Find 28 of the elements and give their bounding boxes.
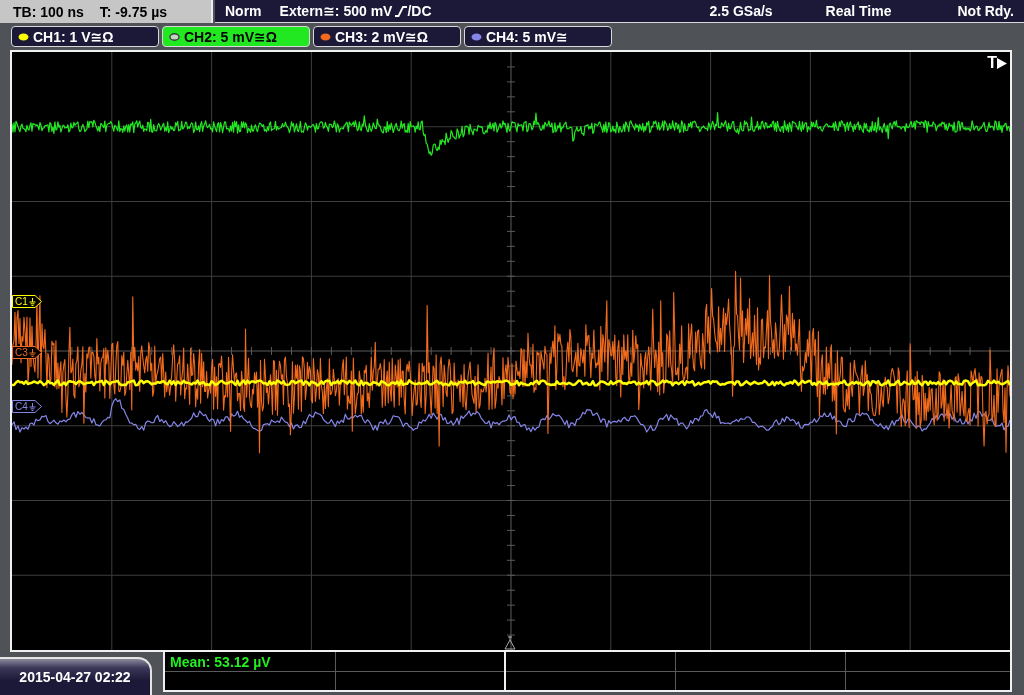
trigger-source-label: Extern≅: 500 mV	[279, 3, 393, 19]
trigger-time-label: T: -9.75 µs	[99, 3, 168, 20]
ground-icon	[28, 297, 36, 306]
channel-tab[interactable]: CH1: 1 V≅Ω	[11, 26, 159, 47]
measurement-readout: Mean: 53.12 µV	[170, 653, 271, 670]
date-time-display: 2015-04-27 02:22	[0, 657, 152, 695]
timebase-label: TB: 100 ns	[13, 3, 84, 20]
trigger-arrow-icon	[997, 57, 1007, 69]
run-state-label: Not Rdy.	[957, 3, 1014, 19]
channel-tab[interactable]: CH3: 2 mV≅Ω	[313, 26, 461, 47]
marker-label: C4	[14, 401, 28, 412]
rising-edge-icon	[395, 5, 408, 17]
marker-label: C1	[14, 296, 28, 307]
trigger-position-icon	[504, 636, 516, 650]
coupling-label: /DC	[407, 3, 432, 19]
channel-tab[interactable]: CH4: 5 mV≅	[464, 26, 612, 47]
channel-marker[interactable]: C1	[12, 295, 42, 308]
channel-dot-icon	[169, 32, 180, 41]
trigger-mode-label: Norm	[225, 3, 262, 19]
marker-label: C3	[14, 347, 28, 358]
trigger-marker-label: T	[987, 54, 997, 72]
acquisition-mode-label: Real Time	[825, 3, 892, 19]
ground-icon	[28, 402, 36, 411]
channel-marker[interactable]: C4	[12, 400, 42, 413]
ground-icon	[28, 348, 36, 357]
sample-rate-label: 2.5 GSa/s	[709, 3, 773, 19]
channel-marker[interactable]: C3	[12, 346, 42, 359]
channel-tab[interactable]: CH2: 5 mV≅Ω	[162, 26, 310, 47]
